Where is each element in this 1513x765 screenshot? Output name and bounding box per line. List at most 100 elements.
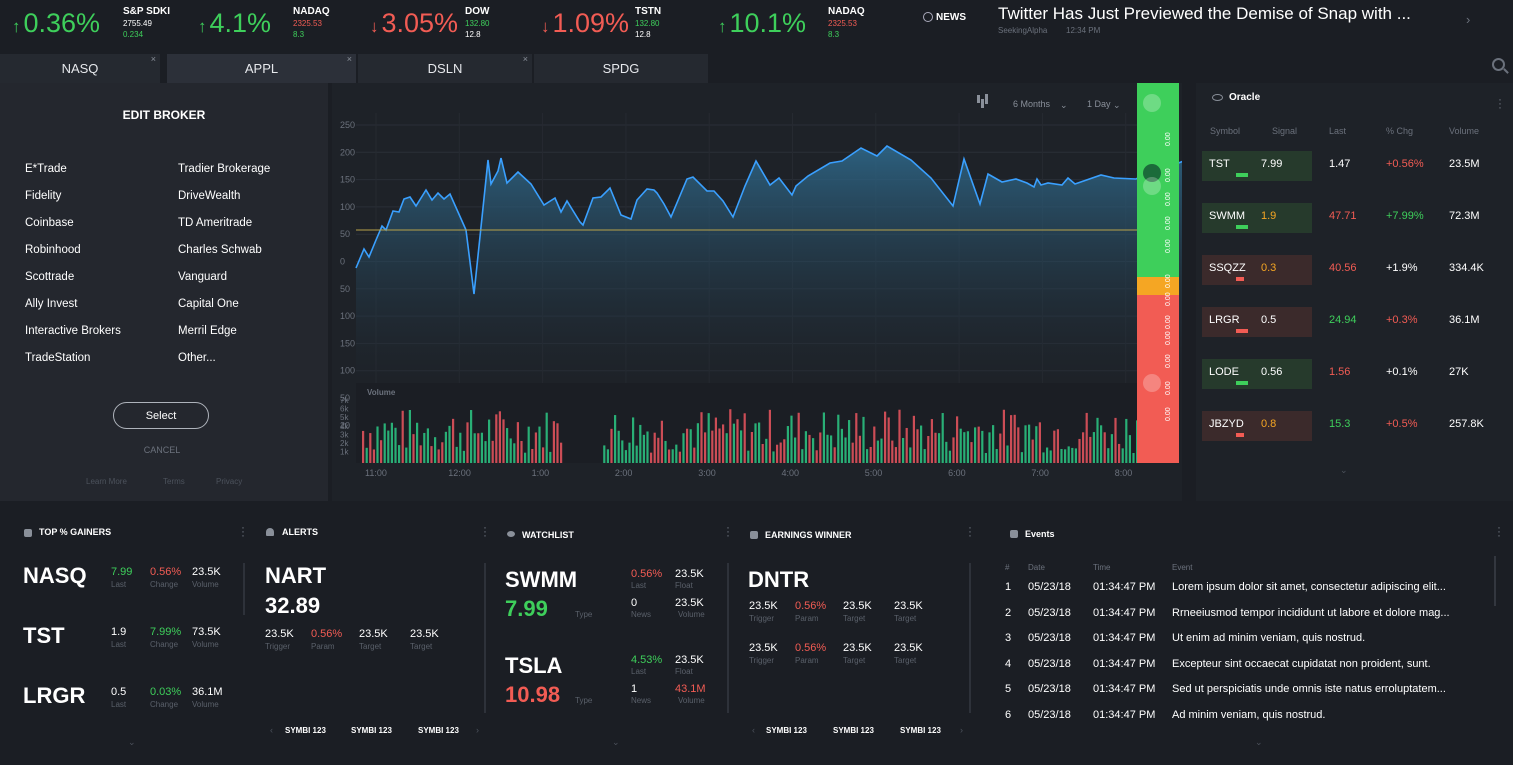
alert-stat-label: Target: [359, 642, 382, 651]
broker-option[interactable]: Fidelity: [25, 190, 61, 202]
search-icon[interactable]: [1492, 58, 1505, 71]
event-text[interactable]: Sed ut perspiciatis unde omnis iste natu…: [1172, 683, 1446, 695]
chevron-down-icon[interactable]: ⌄: [1113, 100, 1121, 110]
broker-option[interactable]: E*Trade: [25, 163, 67, 175]
pager-item[interactable]: SYMBI 123: [766, 726, 807, 735]
x-tick-label: 2:00: [615, 468, 633, 478]
oracle-row[interactable]: SWMM 1.9 47.71 +7.99% 72.3M: [1202, 203, 1512, 233]
more-icon[interactable]: · · ·: [726, 521, 730, 541]
chevron-right-icon[interactable]: ›: [960, 725, 963, 735]
close-icon[interactable]: ×: [523, 44, 528, 74]
tab-dsln[interactable]: DSLN ×: [358, 54, 532, 83]
watch-symbol[interactable]: TSLA: [505, 653, 562, 679]
watch-symbol[interactable]: SWMM: [505, 567, 577, 593]
broker-option[interactable]: Ally Invest: [25, 298, 77, 310]
scrollbar[interactable]: [1494, 556, 1496, 606]
chevron-down-icon[interactable]: ⌄: [1255, 737, 1263, 748]
ticker-item[interactable]: ↑ 4.1% NADAQ 2325.53 8.3: [198, 4, 398, 44]
oracle-row[interactable]: LRGR 0.5 24.94 +0.3% 36.1M: [1202, 307, 1512, 337]
event-text[interactable]: Ut enim ad minim veniam, quis nostrud.: [1172, 632, 1365, 644]
broker-option[interactable]: Capital One: [178, 298, 239, 310]
event-text[interactable]: Ad minim veniam, quis nostrud.: [1172, 709, 1325, 721]
pager-item[interactable]: SYMBI 123: [285, 726, 326, 735]
chevron-down-icon[interactable]: ⌄: [128, 737, 136, 748]
chevron-left-icon[interactable]: ‹: [752, 725, 755, 735]
chevron-left-icon[interactable]: ‹: [270, 725, 273, 735]
terms-link[interactable]: Terms: [163, 477, 185, 486]
earnings-symbol[interactable]: DNTR: [748, 567, 809, 593]
broker-option[interactable]: Interactive Brokers: [25, 325, 121, 337]
volume-panel: [356, 383, 1138, 463]
pager-item[interactable]: SYMBI 123: [351, 726, 392, 735]
range-selector[interactable]: 6 Months: [1013, 99, 1051, 109]
volume-bar: [437, 449, 440, 463]
tab-spdg[interactable]: SPDG: [534, 54, 708, 83]
broker-option[interactable]: Merril Edge: [178, 325, 237, 337]
pager-item[interactable]: SYMBI 123: [900, 726, 941, 735]
event-text[interactable]: Lorem ipsum dolor sit amet, consectetur …: [1172, 581, 1446, 593]
volume-tick-label: 1k: [340, 448, 349, 457]
oracle-row[interactable]: SSQZZ 0.3 40.56 +1.9% 334.4K: [1202, 255, 1512, 285]
pager-item[interactable]: SYMBI 123: [833, 726, 874, 735]
privacy-link[interactable]: Privacy: [216, 477, 242, 486]
chevron-right-icon[interactable]: ›: [476, 725, 479, 735]
volume-bar: [657, 437, 660, 463]
volume-bar: [981, 430, 984, 463]
gainer-symbol[interactable]: TST: [23, 623, 65, 649]
broker-option[interactable]: Robinhood: [25, 244, 81, 256]
ticker-item[interactable]: ↓ 3.05% DOW 132.80 12.8: [370, 4, 570, 44]
chevron-right-icon[interactable]: ›: [1466, 12, 1470, 27]
more-icon[interactable]: · · ·: [241, 521, 245, 541]
oracle-row[interactable]: TST 7.99 1.47 +0.56% 23.5M: [1202, 151, 1512, 181]
broker-option[interactable]: Vanguard: [178, 271, 227, 283]
more-icon[interactable]: · · ·: [483, 521, 487, 541]
broker-option[interactable]: Other...: [178, 352, 216, 364]
broker-option[interactable]: Coinbase: [25, 217, 74, 229]
tab-nasq[interactable]: NASQ ×: [0, 54, 160, 83]
volume-bar: [1107, 448, 1110, 463]
signal-marker[interactable]: [1143, 374, 1161, 392]
ticker-item[interactable]: ↓ 1.09% TSTN 132.80 12.8: [541, 4, 741, 44]
close-icon[interactable]: ×: [347, 44, 352, 74]
select-button[interactable]: Select: [113, 402, 209, 429]
event-text[interactable]: Excepteur sint occaecat cupidatat non pr…: [1172, 658, 1431, 670]
more-icon[interactable]: · · ·: [1498, 93, 1502, 113]
signal-marker[interactable]: [1143, 177, 1161, 195]
broker-option[interactable]: DriveWealth: [178, 190, 240, 202]
broker-option[interactable]: Tradier Brokerage: [178, 163, 270, 175]
oracle-volume: 257.8K: [1449, 418, 1484, 430]
watch-float-label: Float: [675, 667, 693, 676]
ticker-item[interactable]: ↑ 0.36% S&P SDKI 2755.49 0.234: [12, 4, 212, 44]
cancel-link[interactable]: CANCEL: [0, 445, 324, 455]
broker-option[interactable]: Scottrade: [25, 271, 74, 283]
chevron-down-icon[interactable]: ⌄: [612, 737, 620, 748]
tab-appl[interactable]: APPL ×: [167, 54, 356, 83]
broker-option[interactable]: TD Ameritrade: [178, 217, 252, 229]
pager-item[interactable]: SYMBI 123: [418, 726, 459, 735]
more-icon[interactable]: · · ·: [1497, 521, 1501, 541]
broker-option[interactable]: TradeStation: [25, 352, 90, 364]
candle-bar: [985, 94, 988, 104]
volume-bar: [401, 410, 404, 463]
oracle-row[interactable]: JBZYD 0.8 15.3 +0.5% 257.8K: [1202, 411, 1512, 441]
oracle-row[interactable]: LODE 0.56 1.56 +0.1% 27K: [1202, 359, 1512, 389]
event-text[interactable]: Rrneeiusmod tempor incididunt ut labore …: [1172, 607, 1450, 619]
chevron-down-icon[interactable]: ⌄: [1060, 100, 1068, 110]
gainer-symbol[interactable]: NASQ: [23, 563, 87, 589]
trading-dashboard: NEWS Twitter Has Just Previewed the Demi…: [0, 0, 1513, 765]
y-tick-label: 200: [340, 147, 355, 157]
volume-bar: [1013, 414, 1016, 463]
gainer-symbol[interactable]: LRGR: [23, 683, 85, 709]
ticker-item[interactable]: ↑ 10.1% NADAQ 2325.53 8.3: [718, 4, 918, 44]
signal-marker[interactable]: [1143, 94, 1161, 112]
close-icon[interactable]: ×: [151, 44, 156, 74]
volume-bar: [750, 431, 753, 463]
interval-selector[interactable]: 1 Day: [1087, 99, 1111, 109]
broker-option[interactable]: Charles Schwab: [178, 244, 262, 256]
learn-more-link[interactable]: Learn More: [86, 477, 127, 486]
alert-symbol[interactable]: NART: [265, 563, 326, 589]
chevron-down-icon[interactable]: ⌄: [1340, 465, 1348, 476]
candlestick-icon[interactable]: [977, 94, 988, 108]
news-headline[interactable]: Twitter Has Just Previewed the Demise of…: [998, 4, 1411, 24]
more-icon[interactable]: · · ·: [968, 521, 972, 541]
